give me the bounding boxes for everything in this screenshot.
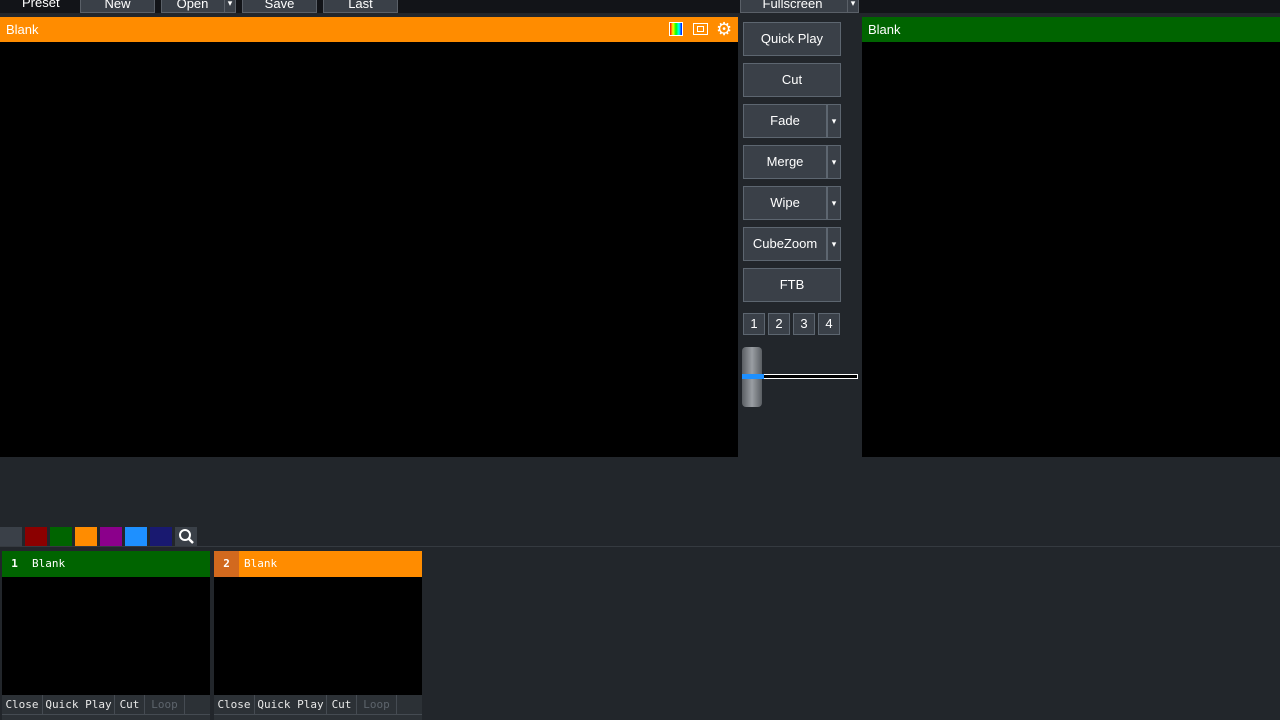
filter-red-swatch[interactable] [25, 527, 47, 546]
last-button[interactable]: Last [323, 0, 398, 13]
input-header[interactable]: 2 Blank [214, 551, 422, 577]
quick-play-button[interactable]: Quick Play [255, 695, 327, 714]
filter-all-swatch[interactable] [0, 527, 22, 546]
wipe-button[interactable]: Wipe [743, 186, 827, 220]
chevron-down-icon[interactable]: ▾ [827, 145, 841, 179]
chevron-down-icon[interactable]: ▾ [827, 227, 841, 261]
open-button-label: Open [176, 0, 209, 11]
screen-icon[interactable] [693, 23, 708, 35]
save-button[interactable]: Save [242, 0, 317, 13]
input-number: 1 [11, 557, 18, 570]
chevron-down-icon[interactable]: ▾ [224, 0, 235, 12]
chevron-down-icon[interactable]: ▾ [847, 0, 858, 12]
fullscreen-button-label: Fullscreen [762, 0, 823, 11]
search-icon[interactable] [175, 527, 197, 546]
input-card-1[interactable]: 1 Blank Close Quick Play Cut Loop [2, 551, 210, 720]
input-extra-button[interactable] [397, 695, 422, 714]
input-controls: Close Quick Play Cut Loop [214, 695, 422, 714]
output-video[interactable] [862, 42, 1280, 457]
filter-orange-swatch[interactable] [75, 527, 97, 546]
tbar-handle-marker [742, 374, 762, 379]
input-footer [214, 714, 422, 720]
chevron-down-icon[interactable]: ▾ [827, 186, 841, 220]
preview-header: Blank ⚙ [0, 17, 738, 42]
filter-navy-swatch[interactable] [150, 527, 172, 546]
new-button[interactable]: New [80, 0, 155, 13]
loop-button[interactable]: Loop [357, 695, 397, 714]
filter-green-swatch[interactable] [50, 527, 72, 546]
input-footer [2, 714, 210, 720]
input-controls: Close Quick Play Cut Loop [2, 695, 210, 714]
close-button[interactable]: Close [2, 695, 43, 714]
input-title: Blank [32, 557, 66, 570]
open-button[interactable]: Open ▾ [161, 0, 236, 13]
filter-purple-swatch[interactable] [100, 527, 122, 546]
transition-1-button[interactable]: 1 [743, 313, 765, 335]
input-extra-button[interactable] [185, 695, 210, 714]
fade-button[interactable]: Fade [743, 104, 827, 138]
cubezoom-button[interactable]: CubeZoom [743, 227, 827, 261]
fullscreen-button[interactable]: Fullscreen ▾ [740, 0, 859, 13]
top-toolbar: Preset New Open ▾ Save Last Fullscreen ▾ [0, 0, 1280, 13]
output-header: Blank [862, 17, 1280, 42]
preview-title: Blank [6, 22, 39, 37]
preset-label[interactable]: Preset [22, 0, 60, 11]
input-header[interactable]: 1 Blank [2, 551, 210, 577]
input-preview[interactable] [2, 577, 210, 695]
loop-button[interactable]: Loop [145, 695, 185, 714]
color-bars-icon[interactable] [669, 22, 683, 36]
input-title: Blank [244, 557, 278, 570]
transition-3-button[interactable]: 3 [793, 313, 815, 335]
divider [0, 546, 1280, 547]
merge-button[interactable]: Merge [743, 145, 827, 179]
transition-panel: Quick Play Cut Fade ▾ Merge ▾ Wipe ▾ Cub… [738, 13, 862, 457]
input-preview[interactable] [214, 577, 422, 695]
gear-icon[interactable]: ⚙ [716, 17, 732, 42]
preview-video[interactable] [0, 42, 738, 457]
input-number: 2 [214, 551, 239, 577]
cut-button[interactable]: Cut [115, 695, 145, 714]
ftb-button[interactable]: FTB [743, 268, 841, 302]
close-button[interactable]: Close [214, 695, 255, 714]
chevron-down-icon[interactable]: ▾ [827, 104, 841, 138]
cut-button[interactable]: Cut [743, 63, 841, 97]
filter-blue-swatch[interactable] [125, 527, 147, 546]
quick-play-button[interactable]: Quick Play [743, 22, 841, 56]
transition-2-button[interactable]: 2 [768, 313, 790, 335]
input-card-2[interactable]: 2 Blank Close Quick Play Cut Loop [214, 551, 422, 720]
cut-button[interactable]: Cut [327, 695, 357, 714]
quick-play-button[interactable]: Quick Play [43, 695, 115, 714]
transition-4-button[interactable]: 4 [818, 313, 840, 335]
output-title: Blank [868, 22, 901, 37]
